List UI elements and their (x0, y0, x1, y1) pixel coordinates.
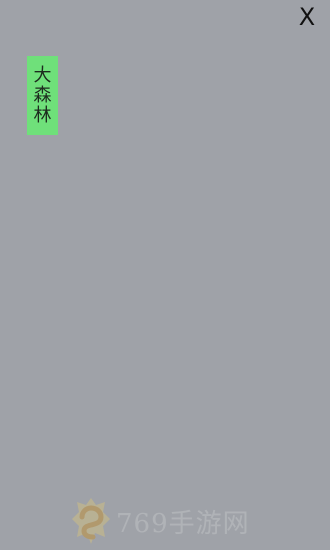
close-icon: X (298, 3, 316, 31)
game-screen: X 大森林 769手游网 (0, 0, 330, 550)
location-label: 大森林 (33, 65, 52, 126)
location-tag[interactable]: 大森林 (27, 56, 58, 135)
watermark-logo (72, 498, 110, 544)
watermark: 769手游网 (70, 496, 250, 546)
close-button[interactable]: X (294, 4, 320, 30)
watermark-text: 769手游网 (116, 508, 250, 539)
